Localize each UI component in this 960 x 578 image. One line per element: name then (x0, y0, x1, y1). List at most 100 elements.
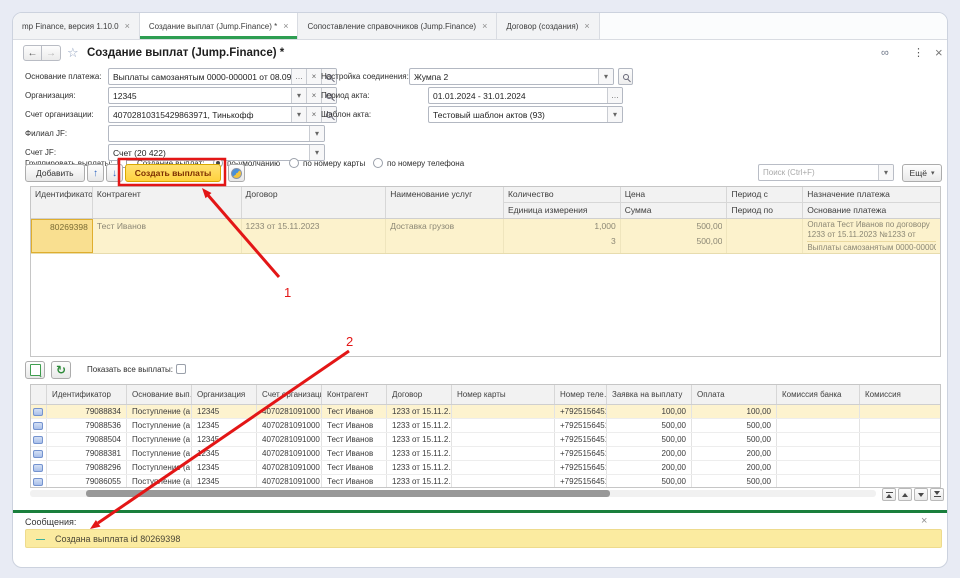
table-cell[interactable] (452, 461, 555, 474)
table-cell[interactable]: 4070281091000… (257, 419, 322, 432)
refresh-button[interactable]: ↻ (51, 361, 71, 379)
table-cell[interactable] (860, 475, 941, 488)
table-row[interactable]: 79088296Поступление (а…12345407028109100… (31, 461, 940, 475)
table-cell[interactable] (860, 405, 941, 418)
table-row[interactable]: 79088381Поступление (а…12345407028109100… (31, 447, 940, 461)
tab-close-icon[interactable]: × (283, 22, 288, 31)
organization-field[interactable]: 12345 ▾ × (108, 87, 337, 104)
org-account-field[interactable]: 40702810315429863971, Тинькофф ▾ × (108, 106, 337, 123)
table-cell[interactable]: 1233 от 15.11.2… (387, 433, 452, 446)
clear-icon[interactable]: × (306, 107, 321, 122)
table-cell[interactable]: 1233 от 15.11.2… (387, 475, 452, 488)
column-header-service[interactable]: Наименование услуг (386, 187, 504, 218)
table-cell[interactable]: 12345 (192, 475, 257, 488)
search-input[interactable] (759, 165, 878, 180)
column-header-period-to[interactable]: Период по (727, 203, 802, 218)
table-cell[interactable]: Тест Иванов (322, 447, 387, 460)
table-cell[interactable]: 12345 (192, 461, 257, 474)
more-button[interactable]: Ещё ▾ (902, 164, 942, 182)
tab-close-icon[interactable]: × (125, 22, 130, 31)
column-header[interactable]: Счет организации (257, 385, 322, 404)
search-dropdown-icon[interactable]: ▾ (878, 165, 893, 180)
collapse-icon[interactable]: — (36, 534, 45, 544)
ellipsis-button[interactable]: … (291, 69, 306, 84)
ellipsis-button[interactable]: … (607, 88, 622, 103)
table-cell[interactable]: Тест Иванов (322, 419, 387, 432)
table-row[interactable]: 79088504Поступление (а…12345407028109100… (31, 433, 940, 447)
link-icon[interactable]: ∞ (881, 46, 889, 60)
column-header[interactable]: Заявка на выплату (607, 385, 692, 404)
table-cell[interactable] (777, 461, 860, 474)
radio-by-card[interactable] (289, 158, 299, 168)
table-cell[interactable] (860, 447, 941, 460)
tab-compare-catalogs[interactable]: Сопоставление справочников (Jump.Finance… (298, 13, 497, 39)
create-payments-button[interactable]: Создать выплаты (125, 164, 221, 182)
table-cell[interactable]: 1233 от 15.11.2… (387, 461, 452, 474)
kebab-menu-icon[interactable]: ⋮ (913, 46, 924, 60)
table-cell[interactable] (860, 433, 941, 446)
act-period-field[interactable]: 01.01.2024 - 31.01.2024 … (428, 87, 623, 104)
column-header-price-top[interactable]: Цена (621, 187, 727, 203)
connection-field[interactable]: Жумпа 2 ▾ (409, 68, 614, 85)
cell-period[interactable] (727, 219, 803, 253)
table-cell[interactable]: 500,00 (607, 419, 692, 432)
table-cell[interactable]: 4070281091000… (257, 461, 322, 474)
column-header-period-from[interactable]: Период с (727, 187, 802, 203)
cell-id[interactable]: 80269398 (31, 219, 93, 253)
column-header[interactable]: Комиссия банка (777, 385, 860, 404)
column-header-qty-top[interactable]: Количество (504, 187, 620, 203)
table-cell[interactable]: 200,00 (692, 461, 777, 474)
table-cell[interactable]: 79088536 (47, 419, 127, 432)
table-cell[interactable]: Поступление (а… (127, 405, 192, 418)
column-header[interactable]: Договор (387, 385, 452, 404)
table-cell[interactable]: 500,00 (692, 433, 777, 446)
column-header-basis[interactable]: Основание платежа (803, 203, 940, 218)
go-last-button[interactable] (930, 488, 944, 501)
table-cell[interactable]: +79251564512 (555, 405, 607, 418)
table-row[interactable]: 80269398 Тест Иванов 1233 от 15.11.2023 … (31, 219, 940, 254)
close-window-icon[interactable]: × (935, 46, 943, 60)
add-button[interactable]: Добавить (25, 164, 85, 182)
column-header-unit[interactable]: Единица измерения (504, 203, 620, 218)
table-cell[interactable]: 200,00 (607, 461, 692, 474)
table-cell[interactable]: Поступление (а… (127, 447, 192, 460)
tab-main[interactable]: mp Finance, версия 1.10.0 × (13, 13, 140, 39)
tab-create-payments[interactable]: Создание выплат (Jump.Finance) * × (140, 13, 299, 39)
go-first-button[interactable] (882, 488, 896, 501)
table-cell[interactable] (777, 405, 860, 418)
tab-close-icon[interactable]: × (482, 22, 487, 31)
go-next-button[interactable] (914, 488, 928, 501)
table-cell[interactable]: 1233 от 15.11.2… (387, 447, 452, 460)
dropdown-icon[interactable]: ▾ (607, 107, 622, 122)
dropdown-icon[interactable]: ▾ (309, 145, 324, 160)
table-cell[interactable]: 500,00 (692, 419, 777, 432)
table-cell[interactable]: 12345 (192, 419, 257, 432)
table-cell[interactable] (452, 419, 555, 432)
table-cell[interactable]: Поступление (а… (127, 461, 192, 474)
column-header[interactable]: Комиссия (860, 385, 941, 404)
column-header-price[interactable]: Цена Сумма (621, 187, 728, 218)
column-header-qty[interactable]: Количество Единица измерения (504, 187, 621, 218)
move-up-button[interactable]: ↑ (87, 164, 104, 182)
table-cell[interactable]: 500,00 (692, 475, 777, 488)
show-all-payments-checkbox[interactable] (176, 364, 186, 374)
table-cell[interactable]: +79251564512 (555, 433, 607, 446)
cell-price[interactable]: 500,00 500,00 (621, 219, 728, 253)
payment-basis-field[interactable]: Выплаты самозанятым 0000-000001 от 08.09… (108, 68, 337, 85)
horizontal-scrollbar[interactable] (30, 490, 876, 497)
table-cell[interactable]: 100,00 (692, 405, 777, 418)
table-row[interactable]: 79088536Поступление (а…12345407028109100… (31, 419, 940, 433)
table-cell[interactable] (860, 419, 941, 432)
act-template-field[interactable]: Тестовый шаблон актов (93) ▾ (428, 106, 623, 123)
column-header[interactable]: Номер карты (452, 385, 555, 404)
favorite-star-icon[interactable]: ☆ (67, 46, 79, 59)
export-list-button[interactable] (25, 361, 45, 379)
column-header-contract[interactable]: Договор (242, 187, 387, 218)
table-cell[interactable]: +79251564512 (555, 475, 607, 488)
table-cell[interactable]: Тест Иванов (322, 461, 387, 474)
table-cell[interactable]: 79088834 (47, 405, 127, 418)
column-header[interactable]: Организация (192, 385, 257, 404)
message-item[interactable]: — Создана выплата id 80269398 (25, 529, 942, 548)
column-header[interactable]: Контрагент (322, 385, 387, 404)
table-cell[interactable]: Тест Иванов (322, 405, 387, 418)
